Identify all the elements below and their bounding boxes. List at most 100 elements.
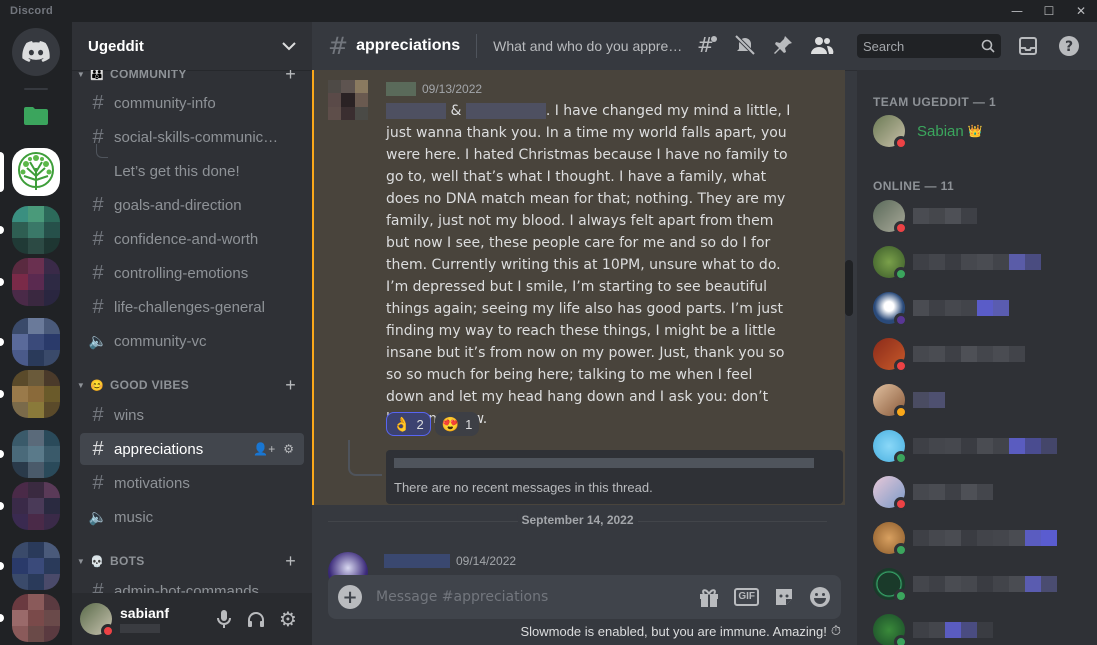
add-channel-icon[interactable]: + — [285, 551, 296, 572]
member-item[interactable] — [873, 379, 1093, 421]
message-input[interactable]: Message #appreciations — [376, 589, 684, 605]
title-bar: Discord — ☐ ✕ — [0, 0, 1097, 22]
pin-icon[interactable] — [772, 34, 794, 56]
discord-logo-icon — [22, 41, 50, 62]
online-status-icon — [894, 267, 908, 281]
avatar — [873, 384, 908, 419]
thread-preview[interactable]: There are no recent messages in this thr… — [386, 450, 843, 504]
category-good-vibes[interactable]: ▼ 😊 GOOD VIBES + — [72, 375, 312, 395]
message-amp: & — [450, 103, 462, 119]
server-header[interactable]: Ugeddit — [72, 22, 312, 70]
server-ugeddit[interactable] — [12, 148, 60, 196]
message-header: 09/14/2022 — [384, 554, 516, 568]
avatar — [873, 338, 908, 373]
mention-redacted[interactable] — [465, 103, 546, 119]
server-icon[interactable] — [12, 318, 60, 366]
minimize-icon[interactable]: — — [1001, 0, 1033, 22]
hashtag-icon: # — [92, 227, 104, 250]
server-icon[interactable] — [12, 258, 60, 306]
channel-confidence[interactable]: # confidence-and-worth — [80, 223, 304, 255]
channel-label: motivations — [114, 474, 190, 492]
add-channel-icon[interactable]: + — [285, 375, 296, 396]
server-icon[interactable] — [12, 206, 60, 254]
member-item[interactable] — [873, 195, 1093, 237]
member-item[interactable]: Sabian 👑 — [873, 110, 1093, 152]
search-input[interactable]: Search — [857, 34, 1001, 58]
chevron-down-icon: ▼ — [76, 380, 86, 390]
channel-wins[interactable]: # wins — [80, 399, 304, 431]
server-name: Ugeddit — [88, 37, 144, 55]
member-name-redacted — [913, 208, 977, 224]
microphone-icon[interactable] — [208, 603, 240, 635]
username: sabianf — [120, 605, 170, 621]
inbox-icon[interactable] — [1016, 34, 1040, 58]
crown-icon: 👑 — [967, 124, 983, 138]
channel-community-vc[interactable]: 🔈 community-vc — [80, 325, 304, 357]
member-item[interactable] — [873, 517, 1093, 559]
server-icon[interactable] — [12, 542, 60, 590]
member-item[interactable] — [873, 425, 1093, 467]
add-channel-icon[interactable]: + — [285, 70, 296, 85]
category-community[interactable]: ▼ 👪 COMMUNITY + — [72, 70, 312, 84]
thread-lets-get-this-done[interactable]: Let’s get this done! — [80, 155, 304, 187]
server-icon[interactable] — [12, 370, 60, 418]
scrollbar[interactable] — [845, 70, 853, 562]
avatar[interactable] — [328, 80, 368, 120]
avatar[interactable] — [80, 603, 115, 638]
home-button[interactable] — [12, 28, 60, 76]
username-redacted[interactable] — [384, 554, 450, 568]
channel-life-challenges[interactable]: # life-challenges-general — [80, 291, 304, 323]
member-item[interactable] — [873, 241, 1093, 283]
gear-icon[interactable]: ⚙ — [272, 603, 304, 635]
server-icon[interactable] — [12, 594, 60, 642]
category-label: COMMUNITY — [110, 70, 187, 81]
sticker-icon[interactable] — [773, 586, 795, 608]
member-name-redacted — [913, 484, 993, 500]
channel-social-skills[interactable]: # social-skills-communic… — [80, 121, 304, 153]
threads-icon[interactable]: # — [696, 34, 718, 56]
date-divider-label: September 14, 2022 — [517, 513, 638, 527]
member-name-redacted — [913, 346, 1025, 362]
member-item[interactable] — [873, 471, 1093, 513]
members-icon[interactable] — [810, 34, 834, 56]
server-folder[interactable] — [12, 92, 60, 140]
server-icon[interactable] — [12, 482, 60, 530]
help-icon[interactable]: ? — [1057, 34, 1081, 58]
member-item[interactable] — [873, 287, 1093, 329]
channel-topic[interactable]: What and who do you appreci… — [493, 38, 683, 54]
reaction-ok-hand[interactable]: 👌 2 — [386, 412, 431, 436]
member-item[interactable] — [873, 333, 1093, 375]
mute-bell-icon[interactable] — [734, 34, 756, 56]
headphones-icon[interactable] — [240, 603, 272, 635]
mention-redacted[interactable] — [386, 103, 446, 119]
member-item[interactable] — [873, 609, 1093, 645]
scrollbar-thumb[interactable] — [845, 260, 853, 316]
ok-hand-icon: 👌 — [393, 415, 411, 432]
emoji-icon[interactable] — [809, 586, 831, 608]
online-status-icon — [894, 589, 908, 603]
username-redacted[interactable] — [386, 82, 416, 96]
gear-icon[interactable]: ⚙ — [283, 442, 294, 456]
channel-controlling-emotions[interactable]: # controlling-emotions — [80, 257, 304, 289]
message-highlighted[interactable]: 09/13/2022 & . I have changed my mind a … — [312, 70, 845, 505]
maximize-icon[interactable]: ☐ — [1033, 0, 1065, 22]
unread-indicator — [0, 390, 4, 398]
gif-button[interactable]: GIF — [734, 588, 759, 606]
category-bots[interactable]: ▼ 💀 BOTS + — [72, 551, 312, 571]
gift-icon[interactable] — [698, 586, 720, 608]
folder-icon — [24, 107, 48, 125]
channel-goals[interactable]: # goals-and-direction — [80, 189, 304, 221]
invite-icon[interactable]: 👤+ — [253, 442, 275, 456]
channel-community-info[interactable]: # community-info — [80, 87, 304, 119]
channel-label: goals-and-direction — [114, 196, 242, 214]
server-icon[interactable] — [12, 430, 60, 478]
channel-music[interactable]: 🔈 music — [80, 501, 304, 533]
add-attachment-icon[interactable]: + — [338, 585, 362, 609]
channel-motivations[interactable]: # motivations — [80, 467, 304, 499]
reaction-heart-eyes[interactable]: 😍 1 — [434, 412, 480, 436]
category-label: BOTS — [110, 554, 145, 568]
channel-appreciations[interactable]: # appreciations 👤+ ⚙ — [80, 433, 304, 465]
member-item[interactable] — [873, 563, 1093, 605]
dnd-status-icon — [101, 624, 115, 638]
close-icon[interactable]: ✕ — [1065, 0, 1097, 22]
